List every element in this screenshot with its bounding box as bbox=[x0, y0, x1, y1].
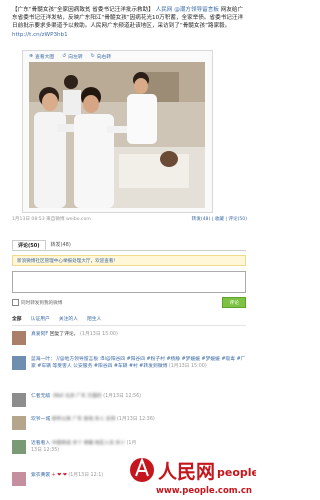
avatar[interactable] bbox=[12, 472, 26, 486]
comment-author[interactable]: 紫衣黄裳 bbox=[31, 473, 50, 478]
comment-tabs: 评论(50) 转发(48) bbox=[12, 240, 246, 251]
comment-item: 真爱阿F 回复了评论， (1月13日 15:00) bbox=[12, 331, 246, 345]
avatar[interactable] bbox=[12, 416, 26, 430]
comment-time: (1月13日 12:56) bbox=[103, 394, 142, 399]
post-meta: 1月13日 08:53 来自微博 weibo.com 转发(48) | 收藏 |… bbox=[12, 216, 247, 222]
avatar[interactable] bbox=[12, 440, 26, 454]
avatar[interactable] bbox=[12, 331, 26, 345]
comment-item: 蓝海一叶： //@地方领导留言板 :Bi@阳谷四 #阳谷四 #粉子村 #杨静 #… bbox=[12, 356, 246, 370]
logo-cn: 人民网 bbox=[158, 461, 215, 483]
magnifier-icon: ⊕ bbox=[29, 53, 34, 59]
comment-author[interactable]: 蓝海一叶： bbox=[31, 357, 55, 362]
rotate-left-button[interactable]: ↺ 向左转 bbox=[62, 53, 82, 60]
comment-text: + ❤ ❤ bbox=[51, 473, 67, 478]
post-time[interactable]: 1月13日 08:53 bbox=[12, 217, 45, 222]
comment-time: (1月13日 12:36) bbox=[116, 417, 155, 422]
people-emblem bbox=[130, 457, 154, 482]
people-logo: 人民网 people www.people.com.cn bbox=[130, 457, 256, 496]
compose-options: 同时转发到我的微博 评论 bbox=[12, 296, 246, 308]
post-source[interactable]: 来自微博 weibo.com bbox=[46, 217, 91, 222]
rotate-right-button[interactable]: ↻ 向右转 bbox=[91, 53, 111, 60]
comment-filter: 全部 认证用户 关注的人 陌生人 bbox=[12, 315, 246, 326]
comment-text: //@地方领导留言板 :Bi@阳谷四 #阳谷四 #粉子村 #杨静 #梦媛媛 #梦… bbox=[31, 357, 246, 369]
comment-input[interactable] bbox=[12, 271, 246, 293]
comment-text: -Wall 北京 广东 方面的 bbox=[51, 394, 102, 399]
comment-text: 中国奇迹 多个 骨髓 地区人员 多少 bbox=[51, 441, 125, 446]
rotate-left-icon: ↺ bbox=[62, 53, 67, 59]
tab-reposts[interactable]: 转发(48) bbox=[46, 240, 76, 250]
post-photo-frame: ⊕ 查看大图 ↺ 向左转 ↻ 向右转 bbox=[22, 50, 213, 213]
filter-all[interactable]: 全部 bbox=[12, 315, 22, 322]
comment-author[interactable]: 仁者无敌 bbox=[31, 394, 50, 399]
logo-en: people bbox=[217, 466, 256, 479]
avatar[interactable] bbox=[12, 393, 26, 407]
photo-toolbar: ⊕ 查看大图 ↺ 向左转 ↻ 向右转 bbox=[23, 51, 212, 61]
logo-url: www.people.com.cn bbox=[156, 486, 252, 496]
post-photo[interactable] bbox=[29, 62, 205, 208]
comment-item: 欢爷一城 新年以来 广东 各地 多人 支持 (1月13日 12:36) bbox=[12, 416, 246, 430]
weibo-post-text: 【广东“骨髓女孩”全家因病致贫 省委书记汪洋批示救助】 人民网 @潮方领导留言板… bbox=[12, 6, 248, 39]
post-title: 【广东“骨髓女孩”全家因病致贫 省委书记汪洋批示救助】 bbox=[12, 7, 154, 13]
comment-author[interactable]: 真爱阿F bbox=[31, 332, 48, 337]
view-large-button[interactable]: ⊕ 查看大图 bbox=[29, 53, 54, 60]
post-short-link[interactable]: http://t.cn/zWP3hb1 bbox=[12, 32, 68, 38]
filter-verified[interactable]: 认证用户 bbox=[31, 315, 50, 322]
post-actions[interactable]: 转发(48) | 收藏 | 评论(50) bbox=[192, 216, 247, 222]
comment-author[interactable]: 近看看入 bbox=[31, 441, 50, 446]
comment-author[interactable]: 欢爷一城 bbox=[31, 417, 50, 422]
checkbox-icon bbox=[12, 298, 19, 306]
post-mention-link[interactable]: @潮方领导留言板 bbox=[174, 7, 219, 13]
comment-text: 新年以来 广东 各地 多人 支持 bbox=[51, 417, 116, 422]
repost-checkbox[interactable]: 同时转发到我的微博 bbox=[12, 298, 62, 306]
avatar[interactable] bbox=[12, 356, 26, 370]
comment-text: 回复了评论， bbox=[49, 332, 79, 337]
filter-following[interactable]: 关注的人 bbox=[59, 315, 78, 322]
filter-strangers[interactable]: 陌生人 bbox=[87, 315, 101, 322]
comment-time: (1月13日 15:00) bbox=[80, 332, 118, 337]
submit-comment-button[interactable]: 评论 bbox=[222, 296, 246, 308]
post-author-link[interactable]: 人民网 bbox=[156, 7, 173, 13]
comment-time: (1月13日 12:1) bbox=[68, 473, 104, 478]
comment-item: 仁者无敌 -Wall 北京 广东 方面的 (1月13日 12:56) bbox=[12, 393, 246, 407]
tab-comments[interactable]: 评论(50) bbox=[12, 240, 46, 250]
notice-banner[interactable]: 新浪微博社区管理中心举报处理大厅，欢迎查看！ bbox=[12, 255, 246, 266]
comment-time: (1月13日 15:00) bbox=[168, 364, 207, 369]
rotate-right-icon: ↻ bbox=[90, 53, 95, 59]
